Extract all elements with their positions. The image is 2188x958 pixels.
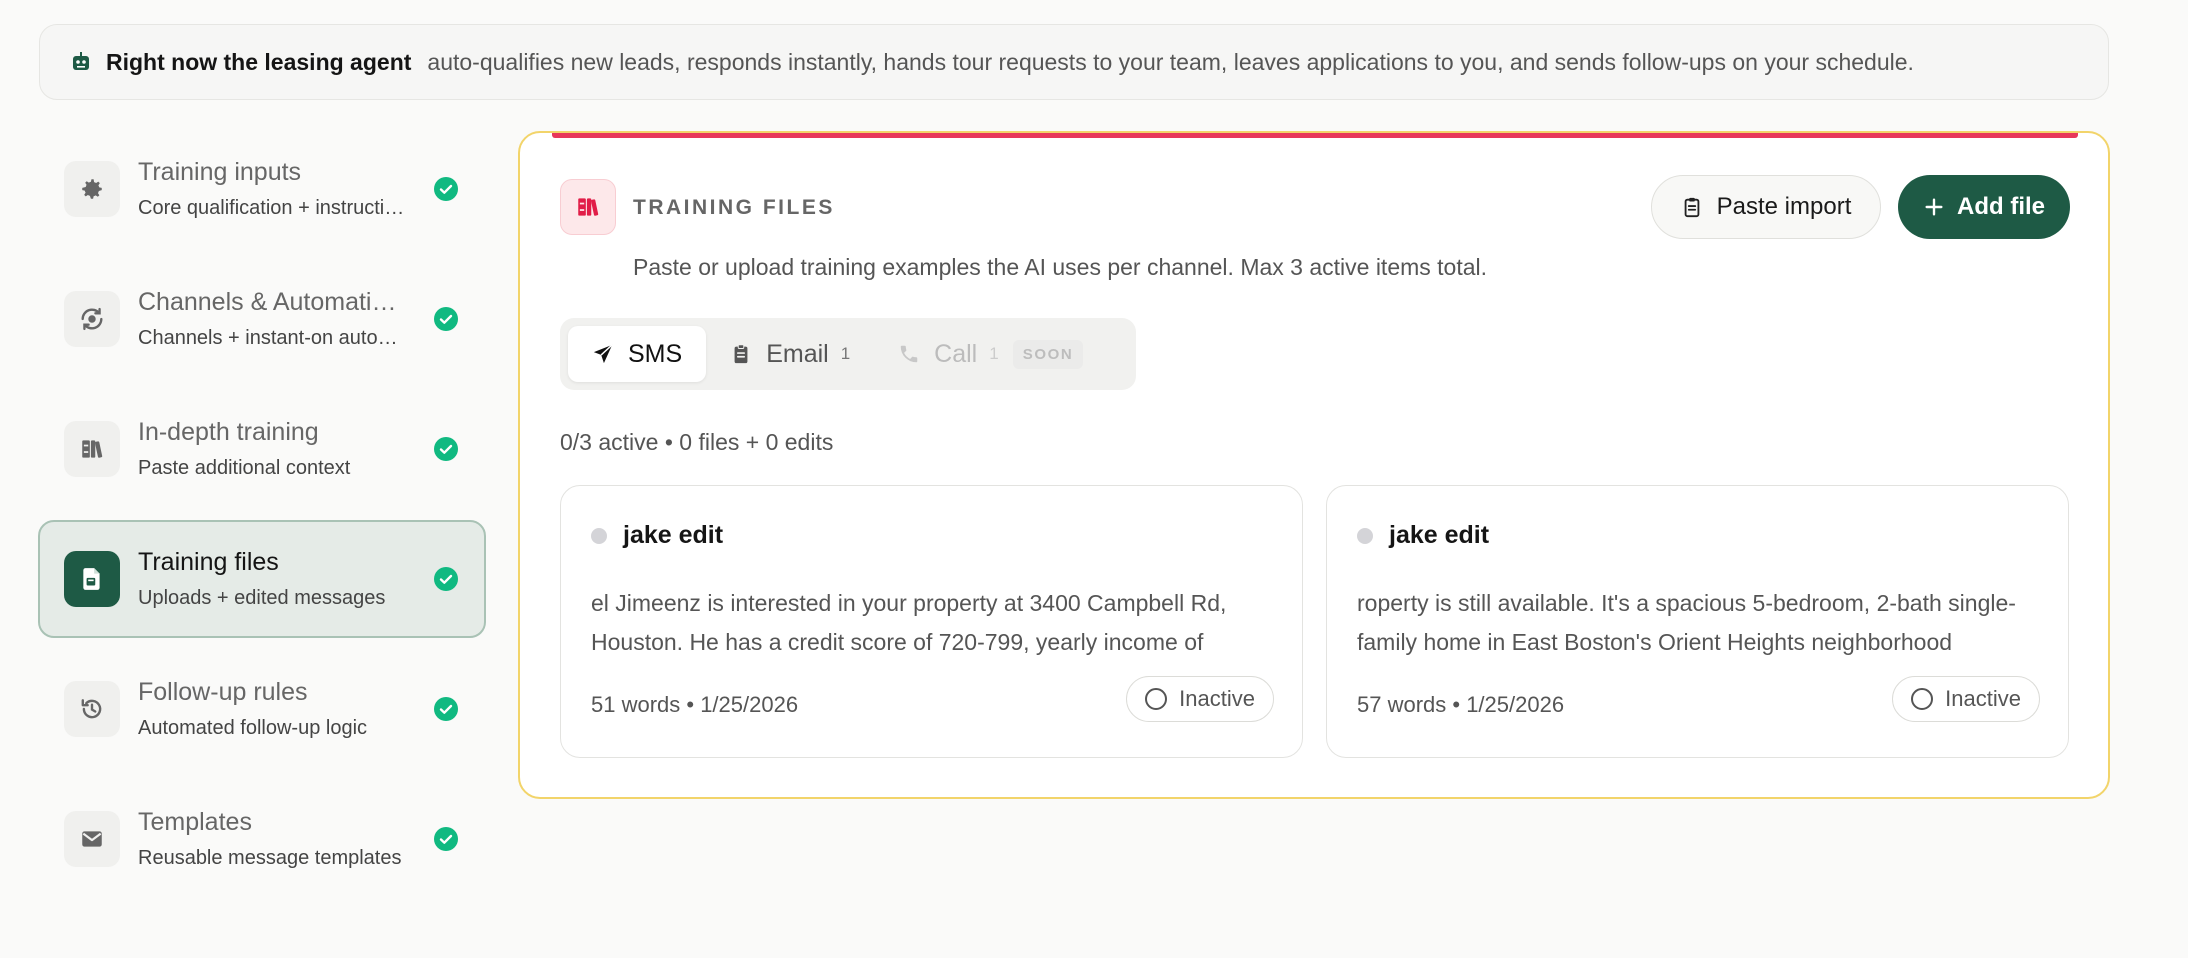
paste-import-label: Paste import <box>1716 193 1852 220</box>
sidebar-item-subtitle: Uploads + edited messages <box>138 587 386 609</box>
plus-icon <box>1923 196 1945 218</box>
books-icon <box>560 179 616 235</box>
tab-label: Call <box>934 339 978 368</box>
status-dot <box>1357 528 1373 544</box>
panel-title: TRAINING FILES <box>633 196 835 219</box>
paste-import-button[interactable]: Paste import <box>1651 175 1881 239</box>
gear-icon <box>64 161 120 217</box>
mail-icon <box>64 811 120 867</box>
status-label: Inactive <box>1945 686 2021 711</box>
channel-tabs: SMS Email 1 Call 1 SOON <box>560 318 1136 390</box>
sidebar-item-title: In-depth training <box>138 418 319 446</box>
file-icon <box>64 551 120 607</box>
tab-label: Email <box>766 339 829 368</box>
sidebar-item-training-inputs[interactable]: Training inputs Core qualification + ins… <box>38 130 486 248</box>
tab-count: 1 <box>840 344 851 363</box>
training-files-panel: TRAINING FILES Paste or upload training … <box>518 131 2110 799</box>
add-file-button[interactable]: Add file <box>1898 175 2070 239</box>
card-title: jake edit <box>623 521 724 549</box>
tab-call[interactable]: Call 1 SOON <box>874 326 1107 382</box>
sidebar-item-title: Follow-up rules <box>138 678 308 706</box>
robot-icon <box>70 51 92 73</box>
training-file-card[interactable]: jake edit roperty is still available. It… <box>1326 485 2069 758</box>
card-body: roperty is still available. It's a spaci… <box>1357 590 2016 655</box>
history-icon <box>64 681 120 737</box>
phone-icon <box>898 343 920 365</box>
circle-icon <box>1911 688 1934 710</box>
sidebar-item-title: Training inputs <box>138 158 302 186</box>
sidebar-item-follow-up-rules[interactable]: Follow-up rules Automated follow-up logi… <box>38 650 486 768</box>
sidebar-item-subtitle: Paste additional context <box>138 457 351 479</box>
sidebar-item-subtitle: Core qualification + instructions <box>138 197 410 219</box>
card-meta: 57 words • 1/25/2026 <box>1357 692 1565 717</box>
panel-description: Paste or upload training examples the AI… <box>633 254 1488 280</box>
check-circle-icon <box>434 177 458 201</box>
status-label: Inactive <box>1179 686 1255 711</box>
status-dot <box>591 528 607 544</box>
soon-badge: SOON <box>1012 339 1084 369</box>
check-circle-icon <box>434 567 458 591</box>
sidebar-item-title: Channels & Automations <box>138 288 410 316</box>
training-file-card[interactable]: jake edit el Jimeenz is interested in yo… <box>560 485 1303 758</box>
check-circle-icon <box>434 307 458 331</box>
circle-icon <box>1145 688 1168 710</box>
sidebar-item-in-depth-training[interactable]: In-depth training Paste additional conte… <box>38 390 486 508</box>
clipboard-icon <box>730 343 752 365</box>
add-file-label: Add file <box>1957 193 2045 220</box>
sidebar-item-title: Training files <box>138 548 279 576</box>
check-circle-icon <box>434 827 458 851</box>
tab-count: 1 <box>989 344 999 363</box>
sidebar: Training inputs Core qualification + ins… <box>38 130 486 910</box>
tab-email[interactable]: Email 1 <box>706 326 874 382</box>
sidebar-item-subtitle: Reusable message templates <box>138 847 402 869</box>
tab-sms[interactable]: SMS <box>568 326 707 382</box>
sidebar-item-channels-automations[interactable]: Channels & Automations Channels + instan… <box>38 260 486 378</box>
sidebar-item-subtitle: Automated follow-up logic <box>138 717 368 739</box>
sidebar-item-templates[interactable]: Templates Reusable message templates <box>38 780 486 898</box>
sidebar-item-title: Templates <box>138 808 252 836</box>
active-summary: 0/3 active • 0 files + 0 edits <box>560 429 834 455</box>
sidebar-item-training-files[interactable]: Training files Uploads + edited messages <box>38 520 486 638</box>
card-body: el Jimeenz is interested in your propert… <box>591 590 1227 655</box>
banner-title: Right now the leasing agent <box>106 48 412 75</box>
check-circle-icon <box>434 437 458 461</box>
send-icon <box>592 343 614 365</box>
panel-accent-line <box>552 133 2078 138</box>
check-circle-icon <box>434 697 458 721</box>
tab-label: SMS <box>628 339 683 368</box>
books-icon <box>64 421 120 477</box>
banner-text: auto-qualifies new leads, responds insta… <box>427 48 1914 75</box>
card-title: jake edit <box>1389 521 1490 549</box>
sidebar-item-subtitle: Channels + instant-on automations <box>138 327 410 349</box>
inactive-toggle[interactable]: Inactive <box>1126 676 1274 722</box>
clipboard-icon <box>1681 196 1703 218</box>
info-banner: Right now the leasing agent auto-qualifi… <box>39 24 2109 100</box>
channels-icon <box>64 291 120 347</box>
card-meta: 51 words • 1/25/2026 <box>591 692 799 717</box>
inactive-toggle[interactable]: Inactive <box>1892 676 2040 722</box>
